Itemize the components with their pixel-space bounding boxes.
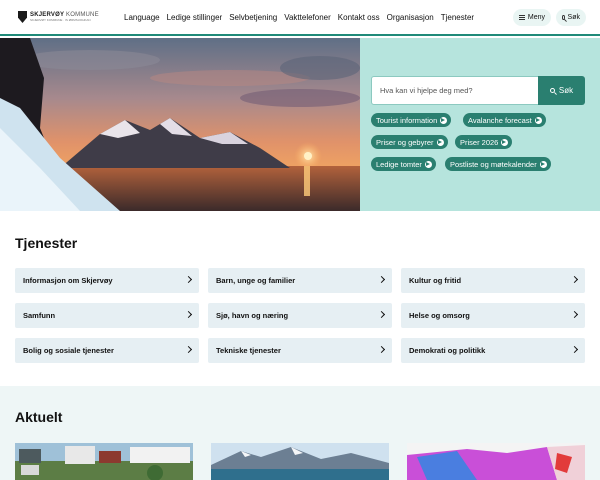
quick-link-postliste-og-motekalender[interactable]: Postliste og møtekalender [445,157,551,171]
service-card-label: Informasjon om Skjervøy [23,276,113,285]
service-card-label: Sjø, havn og næring [216,311,289,320]
quick-link-tourist-information[interactable]: Tourist information [371,113,452,127]
menu-label: Meny [527,14,545,21]
service-card[interactable]: Tekniske tjenester [208,338,392,363]
hero-section: Hva kan vi hjelpe deg med? Søk Tourist i… [0,38,600,211]
site-header: SKJERVØY KOMMUNE SKJERVØY KOMMUNE · IS Ø… [0,0,600,36]
header-search-button[interactable]: Søk [556,9,586,26]
quick-link-label: Ledige tomter [376,159,422,169]
service-card[interactable]: Barn, unge og familier [208,268,392,293]
chevron-right-icon [570,275,579,284]
nav-language[interactable]: Language [124,13,160,22]
service-card-label: Demokrati og politikk [409,346,486,355]
news-title: Aktuelt [15,409,63,425]
nav-vakttelefoner[interactable]: Vakttelefoner [284,13,331,22]
arrow-right-icon [539,160,547,168]
search-input[interactable]: Hva kan vi hjelpe deg med? [371,76,539,105]
chevron-right-icon [377,345,386,354]
chevron-right-icon [570,310,579,319]
chevron-right-icon [377,275,386,284]
chevron-right-icon [184,310,193,319]
search-icon [562,15,565,20]
service-card[interactable]: Helse og omsorg [401,303,585,328]
hero-image [0,38,360,211]
service-card[interactable]: Informasjon om Skjervøy [15,268,199,293]
search-icon [549,88,555,93]
hero-search-panel: Hva kan vi hjelpe deg med? Søk Tourist i… [360,38,600,211]
nav-tjenester[interactable]: Tjenester [441,13,474,22]
quick-link-avalanche-forecast[interactable]: Avalanche forecast [463,113,546,127]
quick-link-ledige-tomter[interactable]: Ledige tomter [371,157,436,171]
chevron-right-icon [377,310,386,319]
nav-selvbetjening[interactable]: Selvbetjening [229,13,277,22]
coat-of-arms-icon [18,11,27,23]
arrow-right-icon [440,116,448,124]
quick-link-priser-og-gebyrer[interactable]: Priser og gebyrer [371,135,448,149]
news-card-image[interactable] [407,443,585,480]
chevron-right-icon [570,345,579,354]
arrow-right-icon [424,160,432,168]
quick-link-label: Postliste og møtekalender [450,159,537,169]
nav-organisasjon[interactable]: Organisasjon [387,13,434,22]
news-card-image[interactable] [15,443,193,480]
arrow-right-icon [436,138,444,146]
quick-link-label: Avalanche forecast [468,115,532,125]
quick-link-label: Priser og gebyrer [376,137,434,147]
service-card[interactable]: Kultur og fritid [401,268,585,293]
arrow-right-icon [534,116,542,124]
logo-subtitle: SKJERVØY KOMMUNE · IS ØRMSUOHKAN [30,18,91,22]
service-card[interactable]: Samfunn [15,303,199,328]
nav-ledige-stillinger[interactable]: Ledige stillinger [167,13,223,22]
service-card-label: Samfunn [23,311,56,320]
nav-kontakt-oss[interactable]: Kontakt oss [338,13,380,22]
service-card[interactable]: Demokrati og politikk [401,338,585,363]
main-nav: Language Ledige stillinger Selvbetjening… [124,13,481,22]
service-card[interactable]: Sjø, havn og næring [208,303,392,328]
service-card-label: Helse og omsorg [409,311,470,320]
services-title: Tjenester [15,235,78,251]
service-card-label: Tekniske tjenester [216,346,281,355]
service-card-label: Bolig og sosiale tjenester [23,346,114,355]
quick-link-label: Tourist information [376,115,438,125]
quick-link-priser-2026[interactable]: Priser 2026 [455,135,513,149]
chevron-right-icon [184,345,193,354]
chevron-right-icon [184,275,193,284]
menu-button[interactable]: Meny [513,9,551,26]
hamburger-icon [519,15,525,20]
service-card[interactable]: Bolig og sosiale tjenester [15,338,199,363]
arrow-right-icon [501,138,509,146]
quick-link-label: Priser 2026 [460,137,499,147]
header-search-label: Søk [567,14,580,21]
service-card-label: Barn, unge og familier [216,276,296,285]
search-submit-label: Søk [558,86,574,95]
search-placeholder: Hva kan vi hjelpe deg med? [380,86,473,95]
news-card-image[interactable] [211,443,389,480]
service-card-label: Kultur og fritid [409,276,462,285]
search-submit-button[interactable]: Søk [538,76,585,105]
municipality-logo[interactable]: SKJERVØY KOMMUNE SKJERVØY KOMMUNE · IS Ø… [18,9,99,25]
